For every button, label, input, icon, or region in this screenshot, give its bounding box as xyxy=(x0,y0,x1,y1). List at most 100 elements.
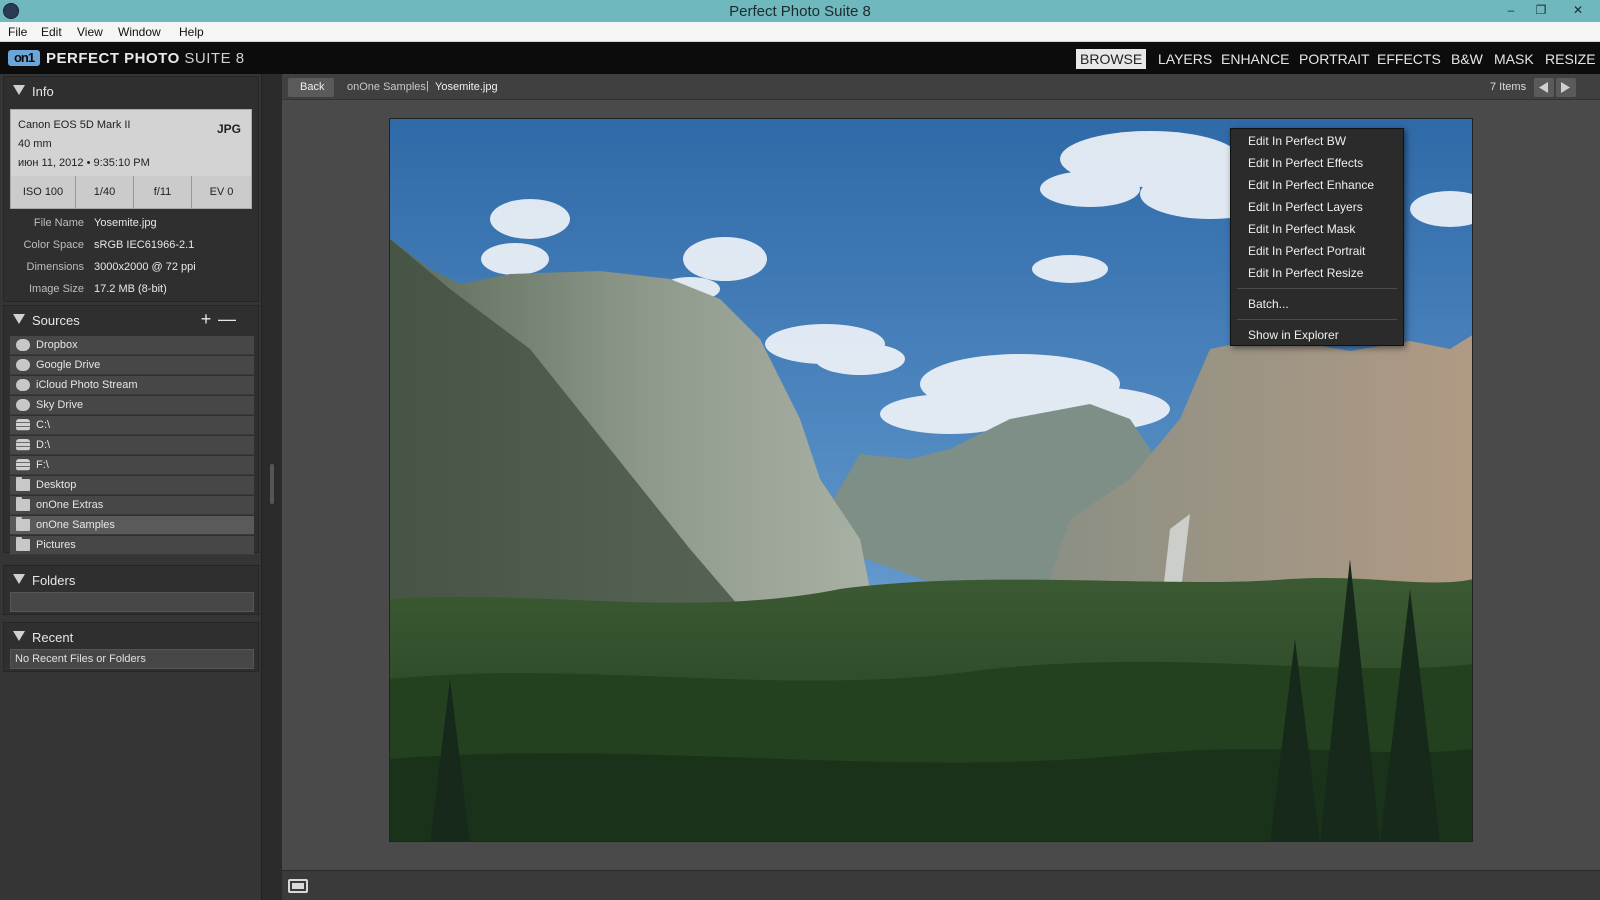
item-count: 7 Items xyxy=(1490,81,1527,93)
context-menu: Edit In Perfect BW Edit In Perfect Effec… xyxy=(1230,128,1404,346)
next-image-button[interactable] xyxy=(1556,78,1576,97)
exif-card: Canon EOS 5D Mark II 40 mm июн 11, 2012 … xyxy=(10,109,252,209)
menu-item-edit-enhance[interactable]: Edit In Perfect Enhance xyxy=(1231,174,1403,196)
recent-section: Recent No Recent Files or Folders xyxy=(3,622,259,672)
folders-header[interactable]: Folders xyxy=(4,566,258,594)
sidebar-item-onone-extras[interactable]: onOne Extras xyxy=(10,496,254,515)
sidebar-item-dropbox[interactable]: Dropbox xyxy=(10,336,254,355)
sidebar-item-icloud[interactable]: iCloud Photo Stream xyxy=(10,376,254,395)
menu-file[interactable]: File xyxy=(8,25,27,39)
recent-title: Recent xyxy=(32,630,74,645)
sidebar-item-drive-c[interactable]: C:\ xyxy=(10,416,254,435)
tab-effects[interactable]: EFFECTS xyxy=(1373,49,1445,69)
title-bar: Perfect Photo Suite 8 ‒ ❐ ✕ xyxy=(0,0,1600,22)
drive-icon xyxy=(16,419,30,431)
folders-list[interactable] xyxy=(10,592,254,612)
menu-item-edit-portrait[interactable]: Edit In Perfect Portrait xyxy=(1231,240,1403,262)
collapse-triangle-icon[interactable] xyxy=(13,631,25,641)
source-label: onOne Extras xyxy=(36,499,104,511)
source-label: F:\ xyxy=(36,459,49,471)
menu-item-edit-layers[interactable]: Edit In Perfect Layers xyxy=(1231,196,1403,218)
collapse-triangle-icon[interactable] xyxy=(13,85,25,95)
tab-bw[interactable]: B&W xyxy=(1447,49,1487,69)
tab-mask[interactable]: MASK xyxy=(1490,49,1538,69)
breadcrumb-separator: | xyxy=(426,80,429,92)
info-value: 3000x2000 @ 72 ppi xyxy=(94,261,196,273)
menu-item-batch[interactable]: Batch... xyxy=(1231,293,1403,315)
sidebar-item-drive-f[interactable]: F:\ xyxy=(10,456,254,475)
sidebar-item-onone-samples[interactable]: onOne Samples xyxy=(10,516,254,535)
menu-item-edit-effects[interactable]: Edit In Perfect Effects xyxy=(1231,152,1403,174)
recent-list: No Recent Files or Folders xyxy=(10,649,254,669)
info-row: Color Space sRGB IEC61966-2.1 xyxy=(10,239,254,257)
source-label: Dropbox xyxy=(36,339,78,351)
info-value: sRGB IEC61966-2.1 xyxy=(94,239,195,251)
menu-item-show-in-explorer[interactable]: Show in Explorer xyxy=(1231,324,1403,346)
tab-enhance[interactable]: ENHANCE xyxy=(1217,49,1293,69)
breadcrumb-file: Yosemite.jpg xyxy=(435,81,498,93)
menu-edit[interactable]: Edit xyxy=(41,25,62,39)
folders-title: Folders xyxy=(32,573,76,588)
info-title: Info xyxy=(32,84,54,99)
sidebar-item-drive-d[interactable]: D:\ xyxy=(10,436,254,455)
camera-model: Canon EOS 5D Mark II xyxy=(18,119,131,131)
source-label: C:\ xyxy=(36,419,51,431)
source-label: onOne Samples xyxy=(36,519,115,531)
aperture-value: f/11 xyxy=(133,176,191,208)
menu-window[interactable]: Window xyxy=(118,25,161,39)
panel-splitter[interactable] xyxy=(262,74,282,900)
menu-item-edit-bw[interactable]: Edit In Perfect BW xyxy=(1231,130,1403,152)
collapse-triangle-icon[interactable] xyxy=(13,574,25,584)
info-key: Color Space xyxy=(23,239,84,251)
info-key: File Name xyxy=(33,217,84,229)
sources-title: Sources xyxy=(32,313,80,328)
sources-header[interactable]: Sources + — xyxy=(4,306,258,334)
source-label: Google Drive xyxy=(36,359,101,371)
source-label: Pictures xyxy=(36,539,76,551)
close-button[interactable]: ✕ xyxy=(1560,0,1596,20)
brand-name: PERFECT PHOTO SUITE 8 xyxy=(46,50,245,67)
recent-header[interactable]: Recent xyxy=(4,623,258,651)
tab-layers[interactable]: LAYERS xyxy=(1154,49,1216,69)
drive-icon xyxy=(16,439,30,451)
tab-browse[interactable]: BROWSE xyxy=(1076,49,1147,69)
info-header[interactable]: Info xyxy=(4,77,258,105)
menu-item-edit-mask[interactable]: Edit In Perfect Mask xyxy=(1231,218,1403,240)
app-header: on1 PERFECT PHOTO SUITE 8 BROWSE LAYERS … xyxy=(0,42,1600,74)
minimize-button[interactable]: ‒ xyxy=(1496,0,1526,20)
menu-view[interactable]: View xyxy=(77,25,103,39)
sidebar-item-pictures[interactable]: Pictures xyxy=(10,536,254,555)
menu-item-edit-resize[interactable]: Edit In Perfect Resize xyxy=(1231,262,1403,284)
sidebar-item-desktop[interactable]: Desktop xyxy=(10,476,254,495)
tab-resize[interactable]: RESIZE xyxy=(1541,49,1600,69)
sidebar-item-google-drive[interactable]: Google Drive xyxy=(10,356,254,375)
previous-image-button[interactable] xyxy=(1534,78,1554,97)
arrow-right-icon xyxy=(1561,82,1570,93)
folder-icon xyxy=(16,497,30,511)
source-label: Desktop xyxy=(36,479,77,491)
capture-date: июн 11, 2012 • 9:35:10 PM xyxy=(18,157,150,169)
menu-bar: File Edit View Window Help xyxy=(0,22,1600,42)
single-view-icon[interactable] xyxy=(288,879,308,893)
folder-icon xyxy=(16,517,30,531)
sidebar-item-skydrive[interactable]: Sky Drive xyxy=(10,396,254,415)
tab-portrait[interactable]: PORTRAIT xyxy=(1295,49,1374,69)
back-button[interactable]: Back xyxy=(288,78,335,97)
maximize-button[interactable]: ❐ xyxy=(1526,0,1556,20)
remove-source-button[interactable]: — xyxy=(218,310,236,328)
menu-separator xyxy=(1237,319,1397,320)
info-section: Info Canon EOS 5D Mark II 40 mm июн 11, … xyxy=(3,76,259,302)
info-key: Dimensions xyxy=(26,261,84,273)
menu-separator xyxy=(1237,288,1397,289)
info-row: Dimensions 3000x2000 @ 72 ppi xyxy=(10,261,254,279)
info-value: 17.2 MB (8-bit) xyxy=(94,283,167,295)
drive-icon xyxy=(16,459,30,471)
sources-section: Sources + — Dropbox Google Drive iCloud … xyxy=(3,305,259,555)
source-label: Sky Drive xyxy=(36,399,84,411)
splitter-grip-icon[interactable] xyxy=(270,464,274,504)
collapse-triangle-icon[interactable] xyxy=(13,314,25,324)
add-source-button[interactable]: + xyxy=(198,310,214,328)
breadcrumb-folder[interactable]: onOne Samples xyxy=(347,81,426,93)
menu-help[interactable]: Help xyxy=(179,25,204,39)
dropbox-icon xyxy=(16,339,30,351)
